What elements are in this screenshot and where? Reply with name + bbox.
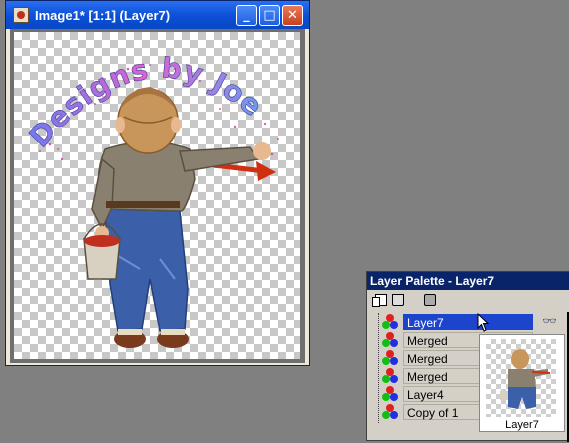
minimize-button[interactable]: _ bbox=[236, 5, 257, 26]
canvas-area[interactable]: Designs by Joe bbox=[10, 29, 305, 363]
glasses-icon[interactable]: 👓 bbox=[542, 314, 558, 328]
raster-layer-icon bbox=[382, 350, 398, 366]
layer-palette-toolbar bbox=[367, 290, 569, 310]
new-layer-icon[interactable] bbox=[372, 294, 387, 307]
thumbnail-label: Layer7 bbox=[505, 419, 539, 431]
image-window[interactable]: Image1* [1:1] (Layer7) _ □ ✕ Designs by … bbox=[5, 0, 310, 366]
raster-layer-icon bbox=[382, 332, 398, 348]
layer-palette[interactable]: Layer Palette - Layer7 Layer7 👓 Merged M… bbox=[366, 271, 569, 442]
mouse-cursor-icon bbox=[477, 313, 490, 332]
layer-palette-title[interactable]: Layer Palette - Layer7 bbox=[367, 272, 569, 290]
mask-icon[interactable] bbox=[424, 294, 436, 306]
app-icon[interactable] bbox=[13, 7, 29, 23]
layer-thumbnail-popup: Layer7 bbox=[479, 334, 565, 432]
layer-name[interactable]: Layer7 bbox=[403, 314, 533, 330]
maximize-button[interactable]: □ bbox=[259, 5, 280, 26]
image-window-title: Image1* [1:1] (Layer7) bbox=[35, 7, 171, 23]
artwork: Designs by Joe bbox=[22, 51, 279, 348]
layer-thumbnail-image bbox=[486, 339, 556, 417]
layer-row-layer7[interactable]: Layer7 👓 bbox=[374, 313, 564, 331]
close-button[interactable]: ✕ bbox=[282, 5, 303, 26]
image-window-titlebar[interactable]: Image1* [1:1] (Layer7) _ □ ✕ bbox=[6, 1, 309, 29]
raster-layer-icon bbox=[382, 404, 398, 420]
raster-layer-icon bbox=[382, 386, 398, 402]
raster-layer-icon bbox=[382, 368, 398, 384]
delete-layer-icon[interactable] bbox=[392, 294, 404, 306]
raster-layer-icon bbox=[382, 314, 398, 330]
